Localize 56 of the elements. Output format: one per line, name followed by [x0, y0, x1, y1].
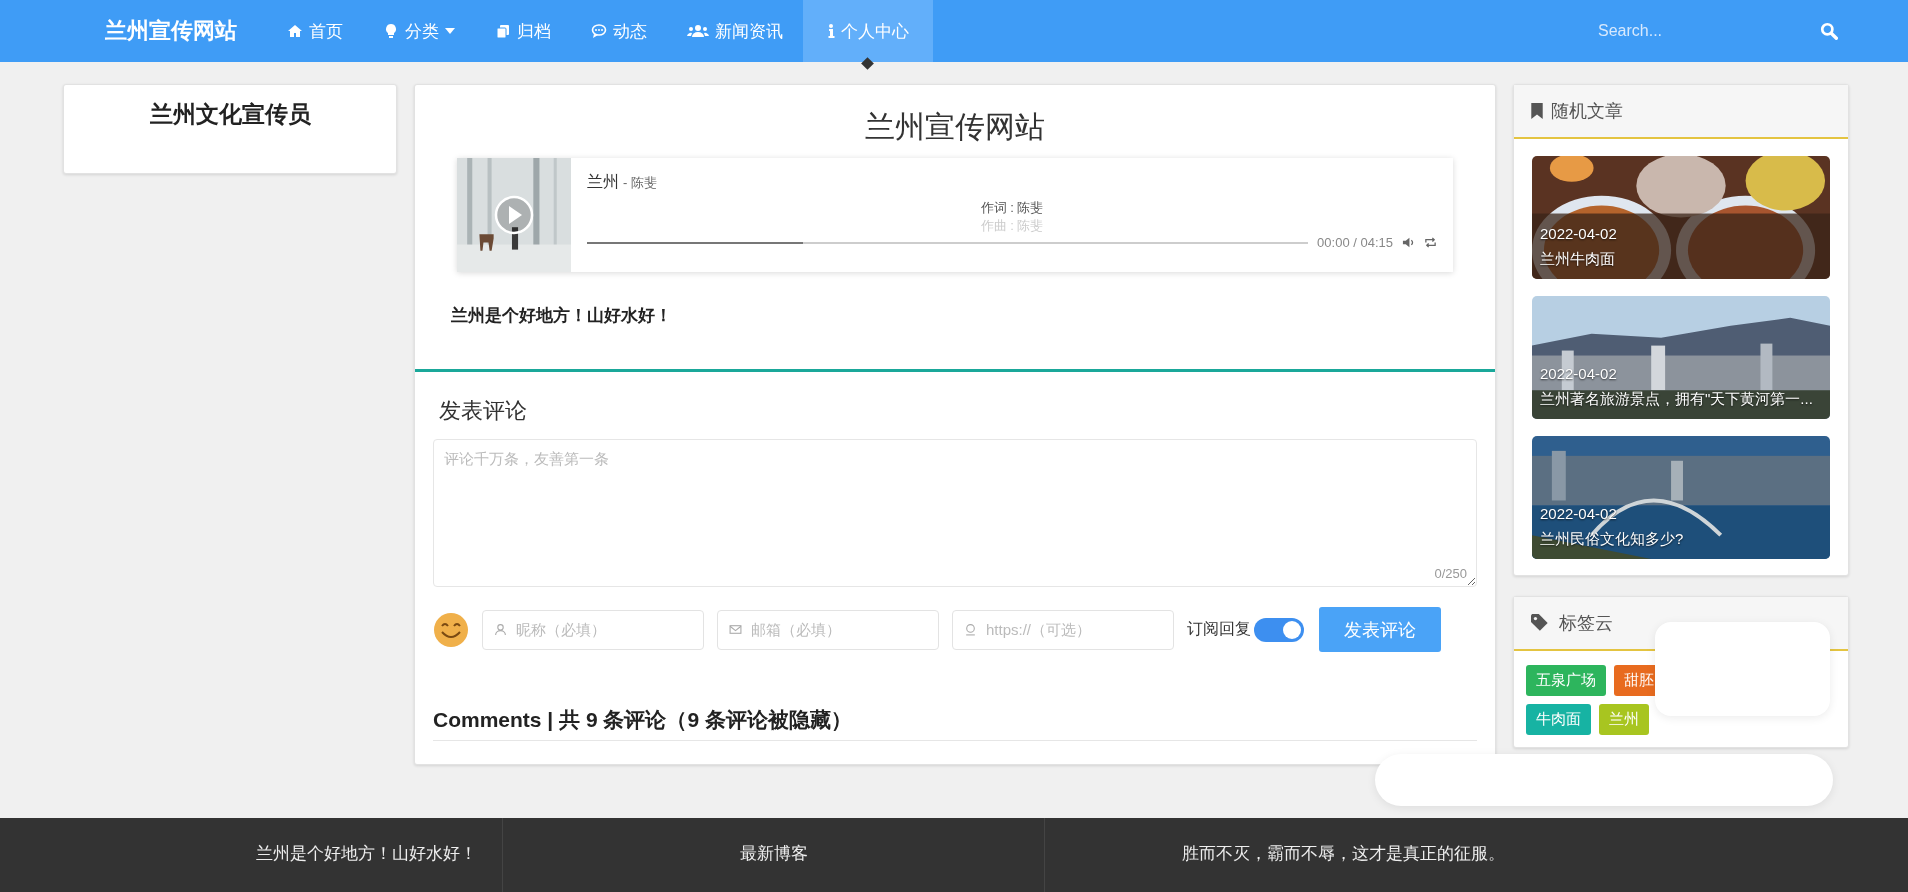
user-icon: [494, 622, 507, 636]
input-field[interactable]: 昵称（必填）: [482, 609, 704, 650]
nav-item[interactable]: 动态: [571, 0, 667, 62]
nav-item[interactable]: 首页: [267, 0, 363, 62]
tag[interactable]: 牛肉面: [1526, 704, 1591, 735]
article-title: 兰州民俗文化知多少?: [1540, 530, 1685, 549]
article-title: 兰州著名旅游景点，拥有"天下黄河第一...: [1540, 390, 1814, 409]
mail-icon: [729, 622, 742, 636]
users-icon: [687, 23, 709, 39]
footer-text: 兰州是个好地方！山好水好！: [255, 843, 477, 865]
bookmark-icon: [1531, 103, 1543, 119]
footer-text: 胜而不灭，霸而不辱，这才是真正的征服。: [1182, 843, 1505, 865]
card-title: 随机文章: [1551, 100, 1623, 123]
article-date: 2022-04-02: [1540, 225, 1618, 242]
nav-item[interactable]: 新闻资讯: [667, 0, 803, 62]
tag[interactable]: 五泉广场: [1526, 665, 1606, 696]
character-counter: 0/250: [1434, 566, 1467, 581]
profile-name: 兰州文化宣传员: [149, 100, 311, 129]
search-field[interactable]: Search...: [1596, 21, 1820, 41]
post-title: 兰州宣传网站: [865, 109, 1045, 145]
nav-item[interactable]: 个人中心: [803, 0, 933, 62]
article-title: 兰州牛肉面: [1540, 250, 1616, 269]
input-field[interactable]: https://（可选）: [952, 609, 1174, 650]
song-title: 兰州: [587, 172, 619, 192]
post-text: 兰州是个好地方！山好水好！: [451, 305, 672, 327]
lightbulb-icon: [383, 23, 399, 39]
play-icon[interactable]: [494, 195, 534, 235]
footer-text: 最新博客: [739, 843, 808, 865]
comments-heading: Comments | 共 9 条评论（9 条评论被隐藏）: [433, 706, 1477, 741]
chat-icon: [591, 23, 607, 39]
nav-item[interactable]: 归档: [475, 0, 571, 62]
smiley-avatar: [433, 611, 469, 648]
copy-icon: [495, 23, 511, 39]
card-title: 标签云: [1559, 612, 1613, 635]
loop-icon[interactable]: [1424, 236, 1437, 249]
info-icon: [827, 23, 835, 39]
article-card[interactable]: 2022-04-02 兰州民俗文化知多少?: [1532, 436, 1830, 559]
tag[interactable]: 兰州: [1599, 704, 1649, 735]
song-artist: - 陈斐: [623, 174, 657, 192]
site-logo[interactable]: 兰州宣传网站: [105, 16, 237, 46]
submit-button[interactable]: 发表评论: [1319, 607, 1441, 652]
volume-icon[interactable]: [1402, 236, 1415, 249]
input-field[interactable]: 邮箱（必填）: [717, 609, 939, 650]
article-date: 2022-04-02: [1540, 365, 1618, 382]
search-icon[interactable]: [1820, 22, 1838, 40]
subscribe-label: 订阅回复: [1187, 619, 1251, 639]
home-icon: [287, 23, 303, 39]
progress-bar[interactable]: [587, 241, 1309, 244]
comment-heading: 发表评论: [439, 397, 527, 425]
time-display: 00:00 / 04:15: [1317, 235, 1393, 250]
nav-item[interactable]: 分类: [363, 0, 475, 62]
lyric-line: 作词 : 陈斐: [980, 199, 1044, 217]
subscribe-toggle[interactable]: [1254, 617, 1304, 642]
article-date: 2022-04-02: [1540, 505, 1618, 522]
article-card[interactable]: 2022-04-02 兰州牛肉面: [1532, 156, 1830, 279]
article-card[interactable]: 2022-04-02 兰州著名旅游景点，拥有"天下黄河第一...: [1532, 296, 1830, 419]
